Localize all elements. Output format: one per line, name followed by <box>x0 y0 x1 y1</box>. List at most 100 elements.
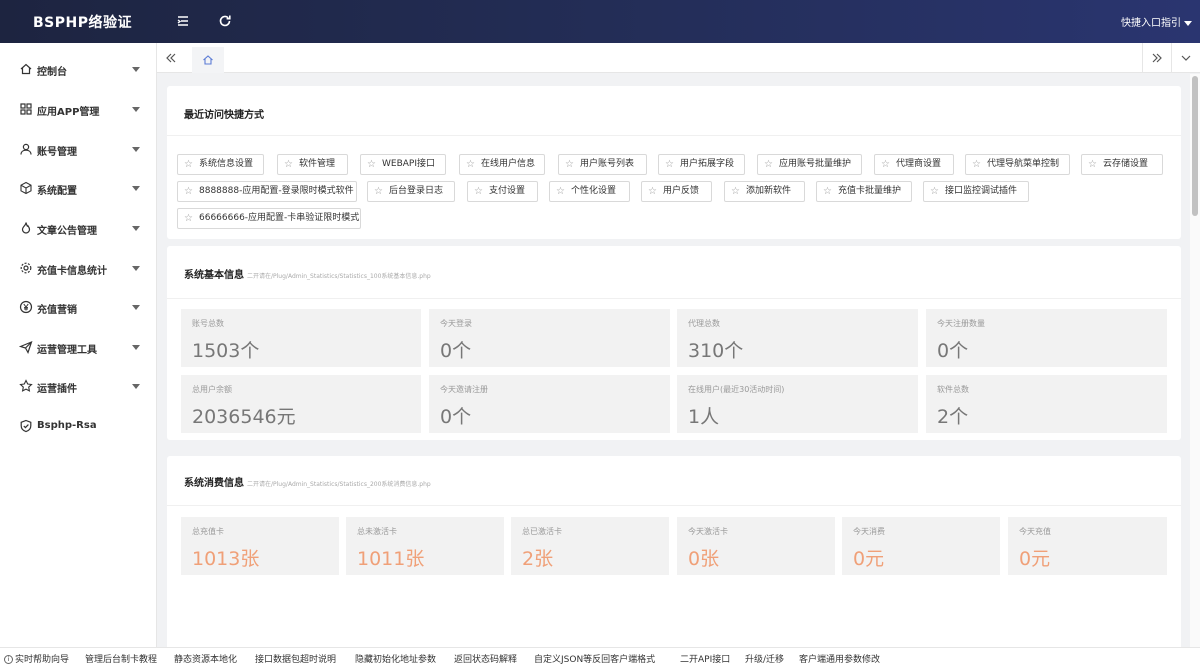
quick-link[interactable]: ☆ 代理导航菜单控制 <box>965 154 1070 175</box>
quick-link[interactable]: ☆ 代理商设置 <box>874 154 954 175</box>
sidebar-item-account-manage[interactable]: 账号管理 <box>0 129 157 169</box>
tab-home[interactable] <box>192 47 224 73</box>
quick-link[interactable]: ☆ 个性化设置 <box>549 181 630 202</box>
star-icon: ☆ <box>731 186 740 197</box>
sidebar-item-label: 应用APP管理 <box>37 107 100 118</box>
card-header: 系统基本信息 二开请在/Plug/Admin_Statistics/Statist… <box>167 246 1181 299</box>
stat-value: 1011张 <box>357 548 425 570</box>
footer-link[interactable]: 隐藏初始化地址参数 <box>355 652 436 665</box>
quick-link[interactable]: ☆ 接口监控调试插件 <box>923 181 1029 202</box>
stat-label: 总充值卡 <box>192 527 224 536</box>
stat-value: 310个 <box>688 340 744 362</box>
tab-bar <box>157 43 1200 73</box>
scroll-left-button[interactable] <box>157 43 185 73</box>
footer-link[interactable]: 升级/迁移 <box>745 652 784 665</box>
quick-link[interactable]: ☆ 充值卡批量维护 <box>816 181 912 202</box>
stat-tile: 账号总数 1503个 <box>181 309 421 367</box>
quick-entry-label: 快捷入口指引 <box>1121 18 1181 29</box>
stat-label: 今天注册数量 <box>937 319 985 328</box>
star-icon: ☆ <box>1088 159 1097 170</box>
sidebar-item-bsphp-rsa[interactable]: Bsphp-Rsa <box>0 406 157 446</box>
star-icon: ☆ <box>466 159 475 170</box>
footer-link[interactable]: 管理后台制卡教程 <box>85 652 157 665</box>
quick-link[interactable]: ☆ 在线用户信息 <box>459 154 545 175</box>
sidebar-item-label: 文章公告管理 <box>37 226 97 237</box>
quick-link[interactable]: ☆ WEBAPI接口 <box>360 154 446 175</box>
stat-value: 0个 <box>440 406 472 428</box>
quick-link[interactable]: ☆ 用户反馈 <box>641 181 712 202</box>
footer-link[interactable]: 客户端通用参数修改 <box>799 652 880 665</box>
sidebar-item-article-manage[interactable]: 文章公告管理 <box>0 208 157 248</box>
apps-icon <box>19 102 33 116</box>
chevron-down-icon <box>132 107 140 112</box>
menu-fold-icon[interactable] <box>175 13 191 29</box>
footer-link[interactable]: 自定义JSON等反回客户端格式 <box>534 652 655 665</box>
quick-link[interactable]: ☆ 支付设置 <box>467 181 538 202</box>
star-icon: ☆ <box>565 159 574 170</box>
quick-link[interactable]: ☆ 后台登录日志 <box>367 181 455 202</box>
quick-link[interactable]: ☆ 云存储设置 <box>1081 154 1163 175</box>
stat-label: 代理总数 <box>688 319 720 328</box>
sidebar-item-app-manage[interactable]: 应用APP管理 <box>0 89 157 129</box>
sidebar-item-ops-plugins[interactable]: 运营插件 <box>0 366 157 406</box>
sidebar-item-card-stats[interactable]: 充值卡信息统计 <box>0 248 157 288</box>
stat-value: 0个 <box>440 340 472 362</box>
sidebar-item-label: 系统配置 <box>37 186 77 197</box>
stat-tile: 总充值卡 1013张 <box>181 517 339 575</box>
quick-link[interactable]: ☆ 用户拓展字段 <box>658 154 745 175</box>
star-icon: ☆ <box>930 186 939 197</box>
sidebar-item-label: 充值卡信息统计 <box>37 266 107 277</box>
stat-tile: 总用户余额 2036546元 <box>181 375 421 433</box>
sidebar-item-console[interactable]: 控制台 <box>0 49 157 89</box>
sidebar-item-label: 运营插件 <box>37 384 77 395</box>
stat-tile: 今天登录 0个 <box>429 309 670 367</box>
quick-link[interactable]: ☆ 8888888-应用配置-登录限时模式软件 <box>177 181 357 202</box>
yen-icon <box>19 300 33 314</box>
stat-label: 总未激活卡 <box>357 527 397 536</box>
quick-link[interactable]: ☆ 应用账号批量维护 <box>757 154 862 175</box>
sidebar-item-label: Bsphp-Rsa <box>37 420 97 431</box>
refresh-icon[interactable] <box>217 13 233 29</box>
sidebar: 控制台 应用APP管理 账号管理 系统配置 文章公告管理 充值卡信息统计 充值营… <box>0 43 157 647</box>
stat-tile: 在线用户(最近30活动时间) 1人 <box>677 375 918 433</box>
scrollbar-thumb[interactable] <box>1192 76 1198 216</box>
stat-label: 今天登录 <box>440 319 472 328</box>
quick-link[interactable]: ☆ 软件管理 <box>277 154 348 175</box>
sidebar-item-ops-tools[interactable]: 运营管理工具 <box>0 327 157 367</box>
quick-link[interactable]: ☆ 系统信息设置 <box>177 154 264 175</box>
sidebar-item-recharge-marketing[interactable]: 充值营销 <box>0 287 157 327</box>
stat-value: 2036546元 <box>192 406 296 428</box>
scrollbar[interactable] <box>1190 74 1200 647</box>
footer-link[interactable]: 二开API接口 <box>680 652 730 665</box>
basic-info-card: 系统基本信息 二开请在/Plug/Admin_Statistics/Statist… <box>167 246 1181 440</box>
card-title: 系统消费信息 二开请在/Plug/Admin_Statistics/Statist… <box>184 478 431 489</box>
quick-entry-guide[interactable]: 快捷入口指引 <box>1121 14 1192 29</box>
stat-value: 1人 <box>688 406 720 428</box>
help-guide-link[interactable]: i 实时帮助向导 <box>4 652 69 665</box>
stat-value: 2张 <box>522 548 554 570</box>
quick-link[interactable]: ☆ 66666666-应用配置-卡串验证限时模式 <box>177 208 361 229</box>
tab-menu-dropdown[interactable] <box>1171 43 1199 73</box>
stat-label: 今天消费 <box>853 527 885 536</box>
card-subtitle: 二开请在/Plug/Admin_Statistics/Statistics_10… <box>247 273 431 280</box>
stat-value: 0个 <box>937 340 969 362</box>
quick-access-card: 最近访问快捷方式 ☆ 系统信息设置 ☆ 软件管理 ☆ WEBAPI接口 ☆ 在线用户信息… <box>167 86 1181 239</box>
star-icon: ☆ <box>374 186 383 197</box>
sidebar-item-system-config[interactable]: 系统配置 <box>0 168 157 208</box>
footer-link[interactable]: 接口数据包超时说明 <box>255 652 336 665</box>
stat-label: 软件总数 <box>937 385 969 394</box>
quick-link[interactable]: ☆ 用户账号列表 <box>558 154 647 175</box>
star-icon: ☆ <box>184 159 193 170</box>
stat-label: 总已激活卡 <box>522 527 562 536</box>
sidebar-item-label: 充值营销 <box>37 305 77 316</box>
stat-value: 0元 <box>853 548 885 570</box>
chevron-down-icon <box>132 226 140 231</box>
scroll-right-button[interactable] <box>1142 43 1170 73</box>
send-icon <box>18 340 33 354</box>
quick-link[interactable]: ☆ 添加新软件 <box>724 181 805 202</box>
stat-tile: 代理总数 310个 <box>677 309 918 367</box>
stat-label: 在线用户(最近30活动时间) <box>688 385 785 394</box>
footer-link[interactable]: 返回状态码解释 <box>454 652 517 665</box>
footer-link[interactable]: 静态资源本地化 <box>174 652 237 665</box>
star-icon: ☆ <box>823 186 832 197</box>
